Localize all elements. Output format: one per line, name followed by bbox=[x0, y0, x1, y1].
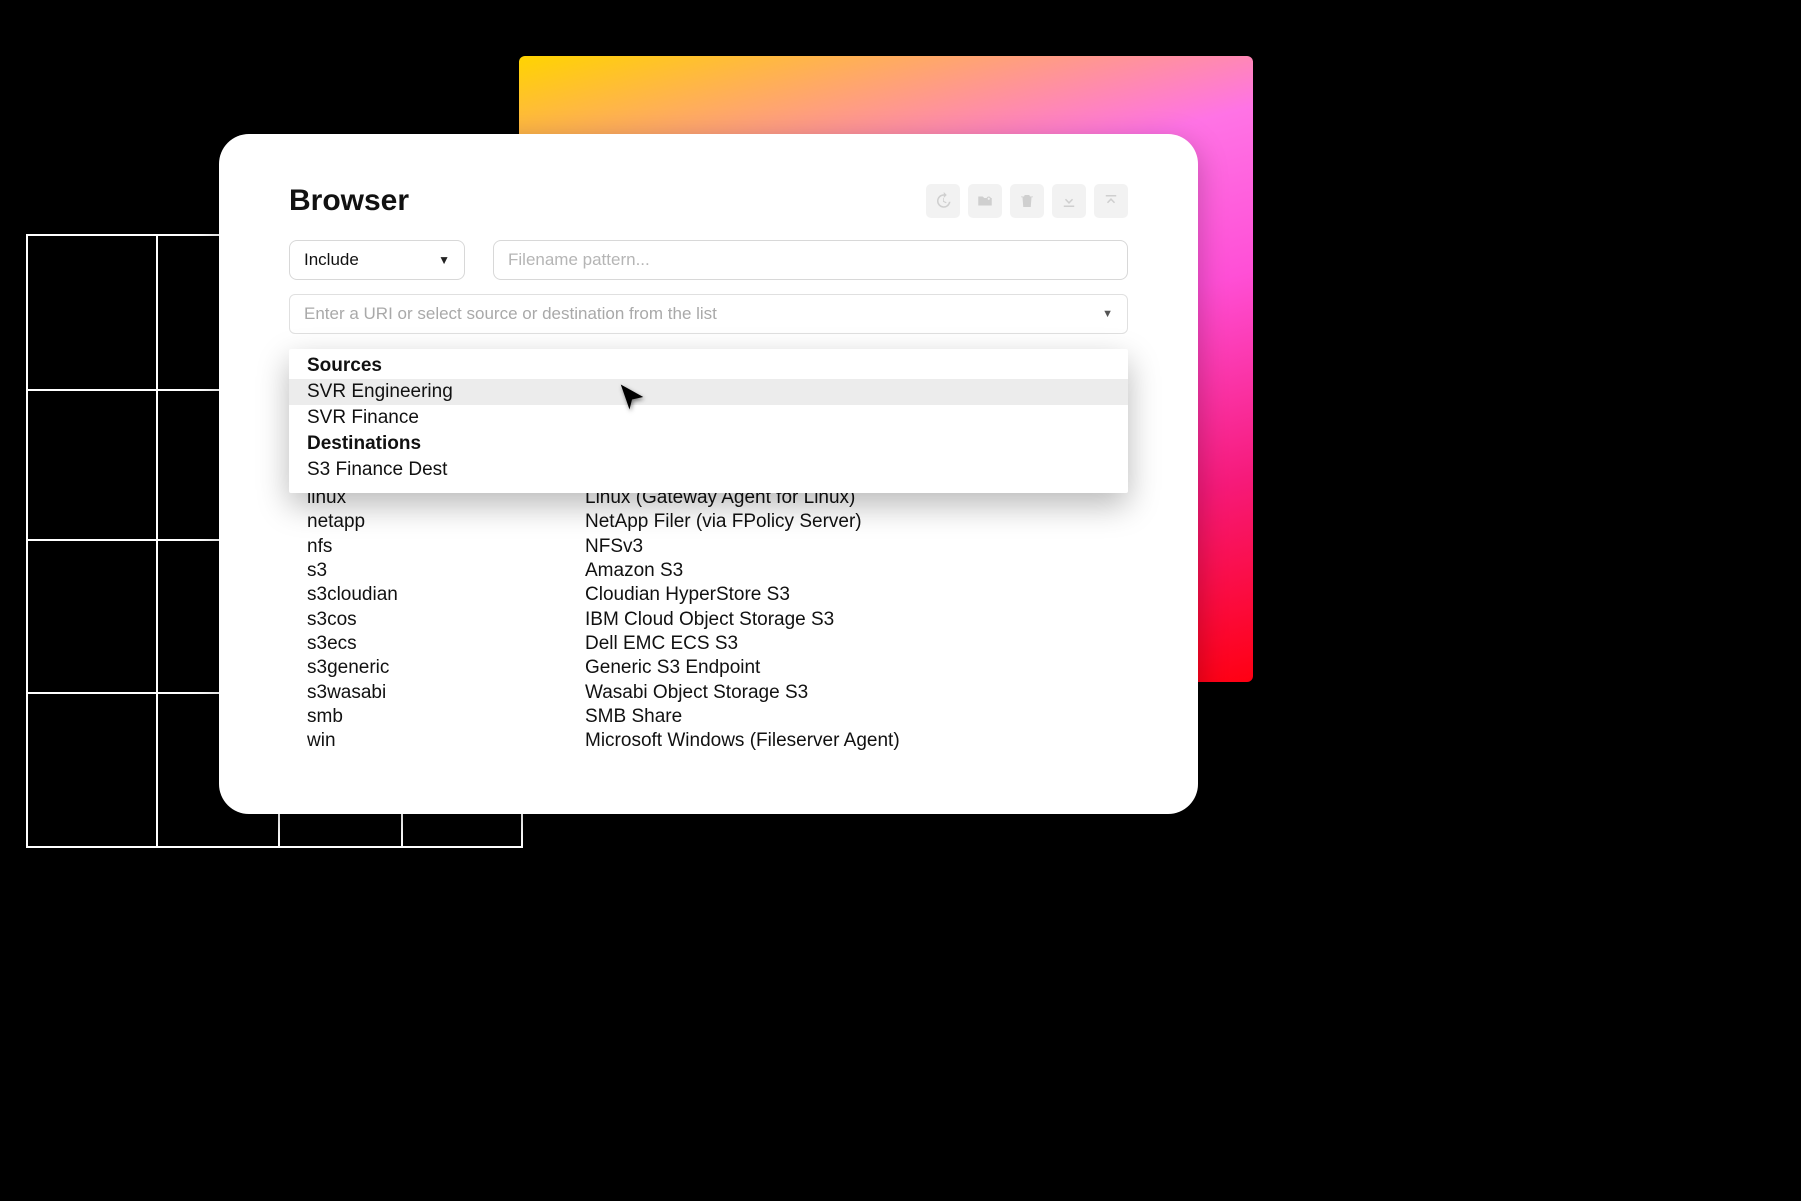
include-select[interactable]: Include ▼ bbox=[289, 240, 465, 280]
type-row[interactable]: s3ecsDell EMC ECS S3 bbox=[289, 632, 1128, 656]
type-list: linuxLinux (Gateway Agent for Linux)neta… bbox=[289, 486, 1128, 753]
type-key: s3generic bbox=[307, 656, 585, 680]
uri-combobox[interactable]: Enter a URI or select source or destinat… bbox=[289, 294, 1128, 334]
type-key: s3ecs bbox=[307, 632, 585, 656]
dropdown-item-s3-finance-dest[interactable]: S3 Finance Dest bbox=[289, 457, 1128, 483]
dropdown-item-svr-engineering[interactable]: SVR Engineering bbox=[289, 379, 1128, 405]
upload-icon[interactable] bbox=[1094, 184, 1128, 218]
type-desc: SMB Share bbox=[585, 705, 1110, 729]
dropdown-heading-destinations: Destinations bbox=[289, 431, 1128, 457]
uri-dropdown: Sources SVR Engineering SVR Finance Dest… bbox=[289, 349, 1128, 493]
dropdown-item-svr-finance[interactable]: SVR Finance bbox=[289, 405, 1128, 431]
type-key: nfs bbox=[307, 535, 585, 559]
filename-pattern-input[interactable] bbox=[493, 240, 1128, 280]
include-select-label: Include bbox=[304, 250, 359, 270]
type-key: s3cloudian bbox=[307, 583, 585, 607]
toolbar bbox=[926, 184, 1128, 218]
type-desc: Microsoft Windows (Fileserver Agent) bbox=[585, 729, 1110, 753]
type-desc: IBM Cloud Object Storage S3 bbox=[585, 608, 1110, 632]
type-desc: Generic S3 Endpoint bbox=[585, 656, 1110, 680]
panel-header: Browser bbox=[289, 184, 1128, 218]
type-row[interactable]: netappNetApp Filer (via FPolicy Server) bbox=[289, 510, 1128, 534]
type-desc: Cloudian HyperStore S3 bbox=[585, 583, 1110, 607]
type-row[interactable]: smbSMB Share bbox=[289, 705, 1128, 729]
history-icon[interactable] bbox=[926, 184, 960, 218]
uri-combobox-placeholder: Enter a URI or select source or destinat… bbox=[304, 304, 717, 324]
type-row[interactable]: s3cosIBM Cloud Object Storage S3 bbox=[289, 608, 1128, 632]
chevron-down-icon: ▼ bbox=[1102, 308, 1113, 320]
download-icon[interactable] bbox=[1052, 184, 1086, 218]
type-desc: Amazon S3 bbox=[585, 559, 1110, 583]
page-title: Browser bbox=[289, 184, 409, 218]
type-row[interactable]: s3genericGeneric S3 Endpoint bbox=[289, 656, 1128, 680]
filter-row: Include ▼ bbox=[289, 240, 1128, 280]
type-desc: NetApp Filer (via FPolicy Server) bbox=[585, 510, 1110, 534]
type-key: s3wasabi bbox=[307, 681, 585, 705]
browser-panel: Browser Include ▼ Enter a URI bbox=[219, 134, 1198, 814]
type-row[interactable]: s3wasabiWasabi Object Storage S3 bbox=[289, 681, 1128, 705]
type-key: netapp bbox=[307, 510, 585, 534]
trash-icon[interactable] bbox=[1010, 184, 1044, 218]
type-row[interactable]: s3Amazon S3 bbox=[289, 559, 1128, 583]
type-desc: NFSv3 bbox=[585, 535, 1110, 559]
cursor-icon bbox=[617, 382, 647, 417]
chevron-down-icon: ▼ bbox=[438, 253, 450, 267]
type-key: win bbox=[307, 729, 585, 753]
folder-settings-icon[interactable] bbox=[968, 184, 1002, 218]
type-key: s3 bbox=[307, 559, 585, 583]
type-row[interactable]: s3cloudianCloudian HyperStore S3 bbox=[289, 583, 1128, 607]
dropdown-heading-sources: Sources bbox=[289, 353, 1128, 379]
type-desc: Wasabi Object Storage S3 bbox=[585, 681, 1110, 705]
type-row[interactable]: winMicrosoft Windows (Fileserver Agent) bbox=[289, 729, 1128, 753]
type-key: smb bbox=[307, 705, 585, 729]
type-row[interactable]: nfsNFSv3 bbox=[289, 535, 1128, 559]
type-desc: Dell EMC ECS S3 bbox=[585, 632, 1110, 656]
type-key: s3cos bbox=[307, 608, 585, 632]
